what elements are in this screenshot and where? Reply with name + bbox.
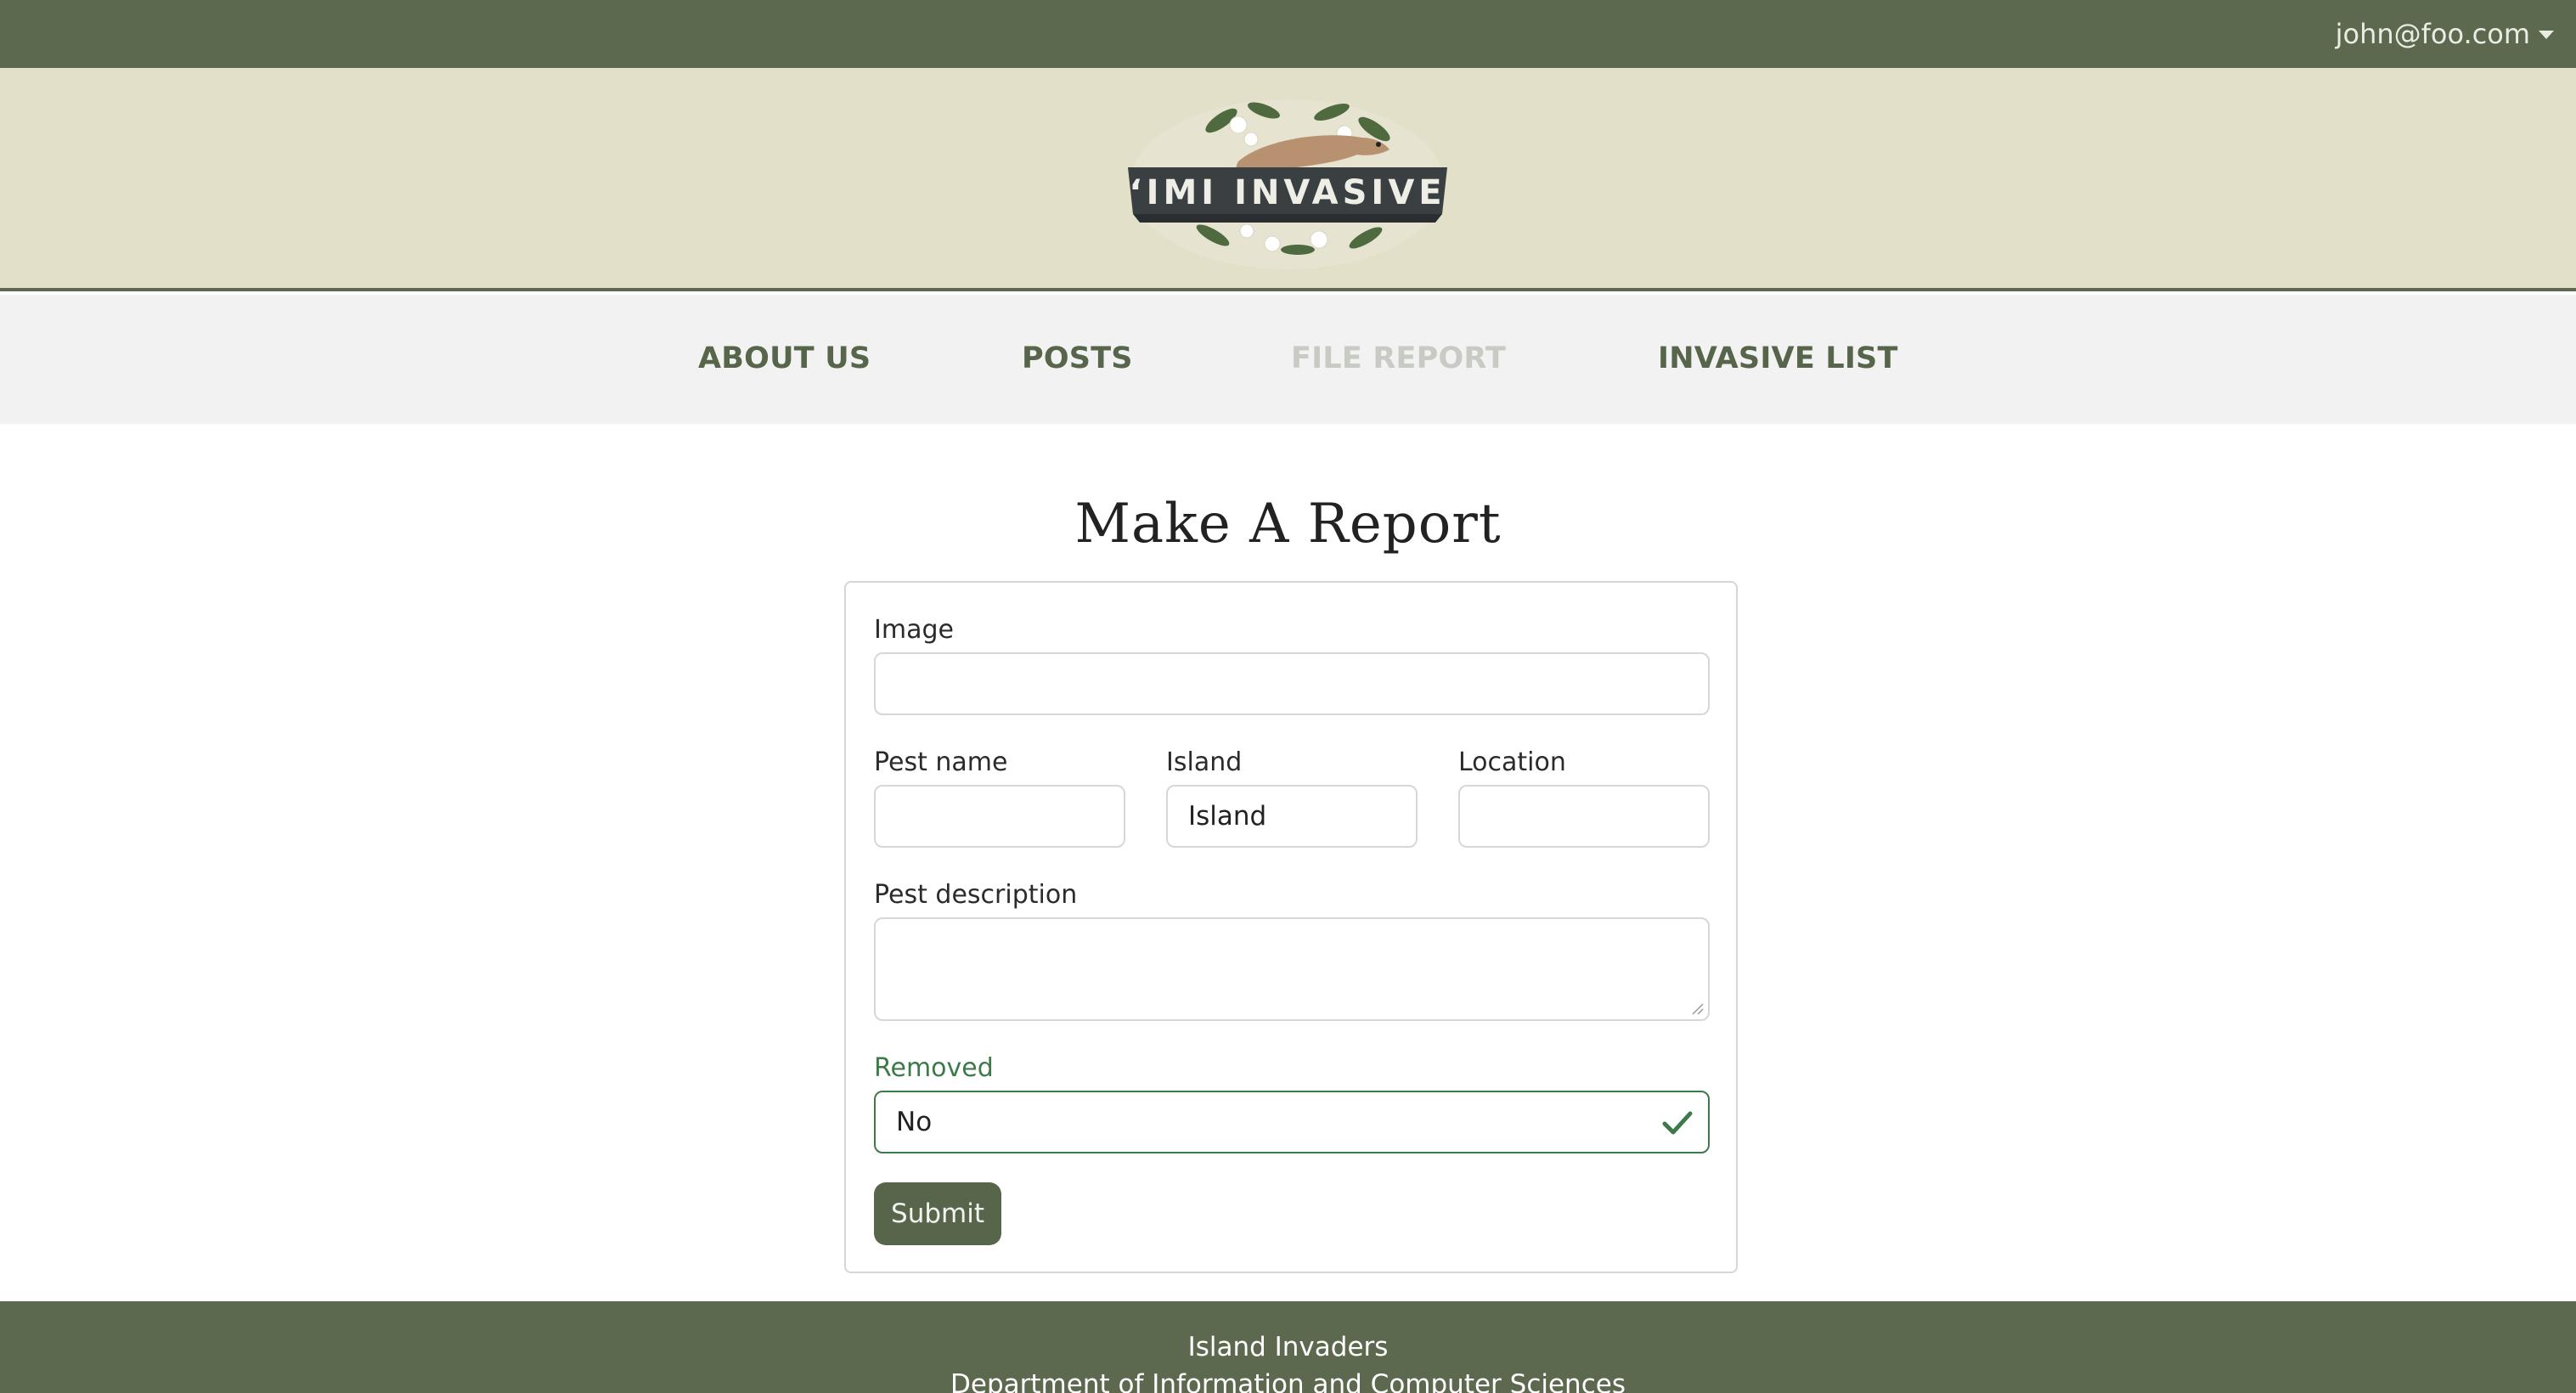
logo-text: ‘IMI INVASIVE [1129, 173, 1446, 212]
nav-posts[interactable]: POSTS [1022, 337, 1133, 380]
location-input[interactable] [1458, 785, 1710, 848]
site-header: ‘IMI INVASIVE [0, 68, 2576, 291]
footer-org-name: Island Invaders [1187, 1332, 1389, 1362]
checkmark-icon [1662, 1111, 1693, 1135]
image-input[interactable] [874, 652, 1710, 715]
resize-grip-icon[interactable] [1689, 1001, 1705, 1016]
nav-invasive-list[interactable]: INVASIVE LIST [1658, 337, 1898, 380]
main-nav: ABOUT US POSTS FILE REPORT INVASIVE LIST [0, 295, 2576, 424]
nav-about-us[interactable]: ABOUT US [698, 337, 871, 380]
imi-invasive-logo[interactable]: ‘IMI INVASIVE [1119, 87, 1456, 274]
removed-label: Removed [874, 1053, 994, 1083]
user-menu-dropdown[interactable]: john@foo.com [2336, 17, 2554, 51]
caret-down-icon [2539, 31, 2554, 39]
island-select[interactable]: Island [1166, 785, 1418, 848]
pest-name-label: Pest name [874, 747, 1008, 777]
pest-description-textarea[interactable] [874, 917, 1710, 1021]
pest-name-input[interactable] [874, 785, 1125, 848]
report-form: Image Pest name Island Island Location P… [844, 581, 1738, 1273]
island-label: Island [1166, 747, 1243, 777]
submit-button[interactable]: Submit [874, 1182, 1001, 1245]
footer-department: Department of Information and Computer S… [950, 1369, 1626, 1393]
location-label: Location [1458, 747, 1566, 777]
pest-description-label: Pest description [874, 880, 1078, 910]
removed-value: No [896, 1107, 933, 1137]
top-bar: john@foo.com [0, 0, 2576, 68]
nav-file-report: FILE REPORT [1291, 341, 1507, 375]
page-title: Make A Report [1074, 493, 1502, 556]
image-label: Image [874, 615, 954, 645]
user-email: john@foo.com [2335, 18, 2530, 50]
site-footer: Island Invaders Department of Informatio… [0, 1301, 2576, 1393]
removed-select[interactable]: No [874, 1091, 1710, 1153]
